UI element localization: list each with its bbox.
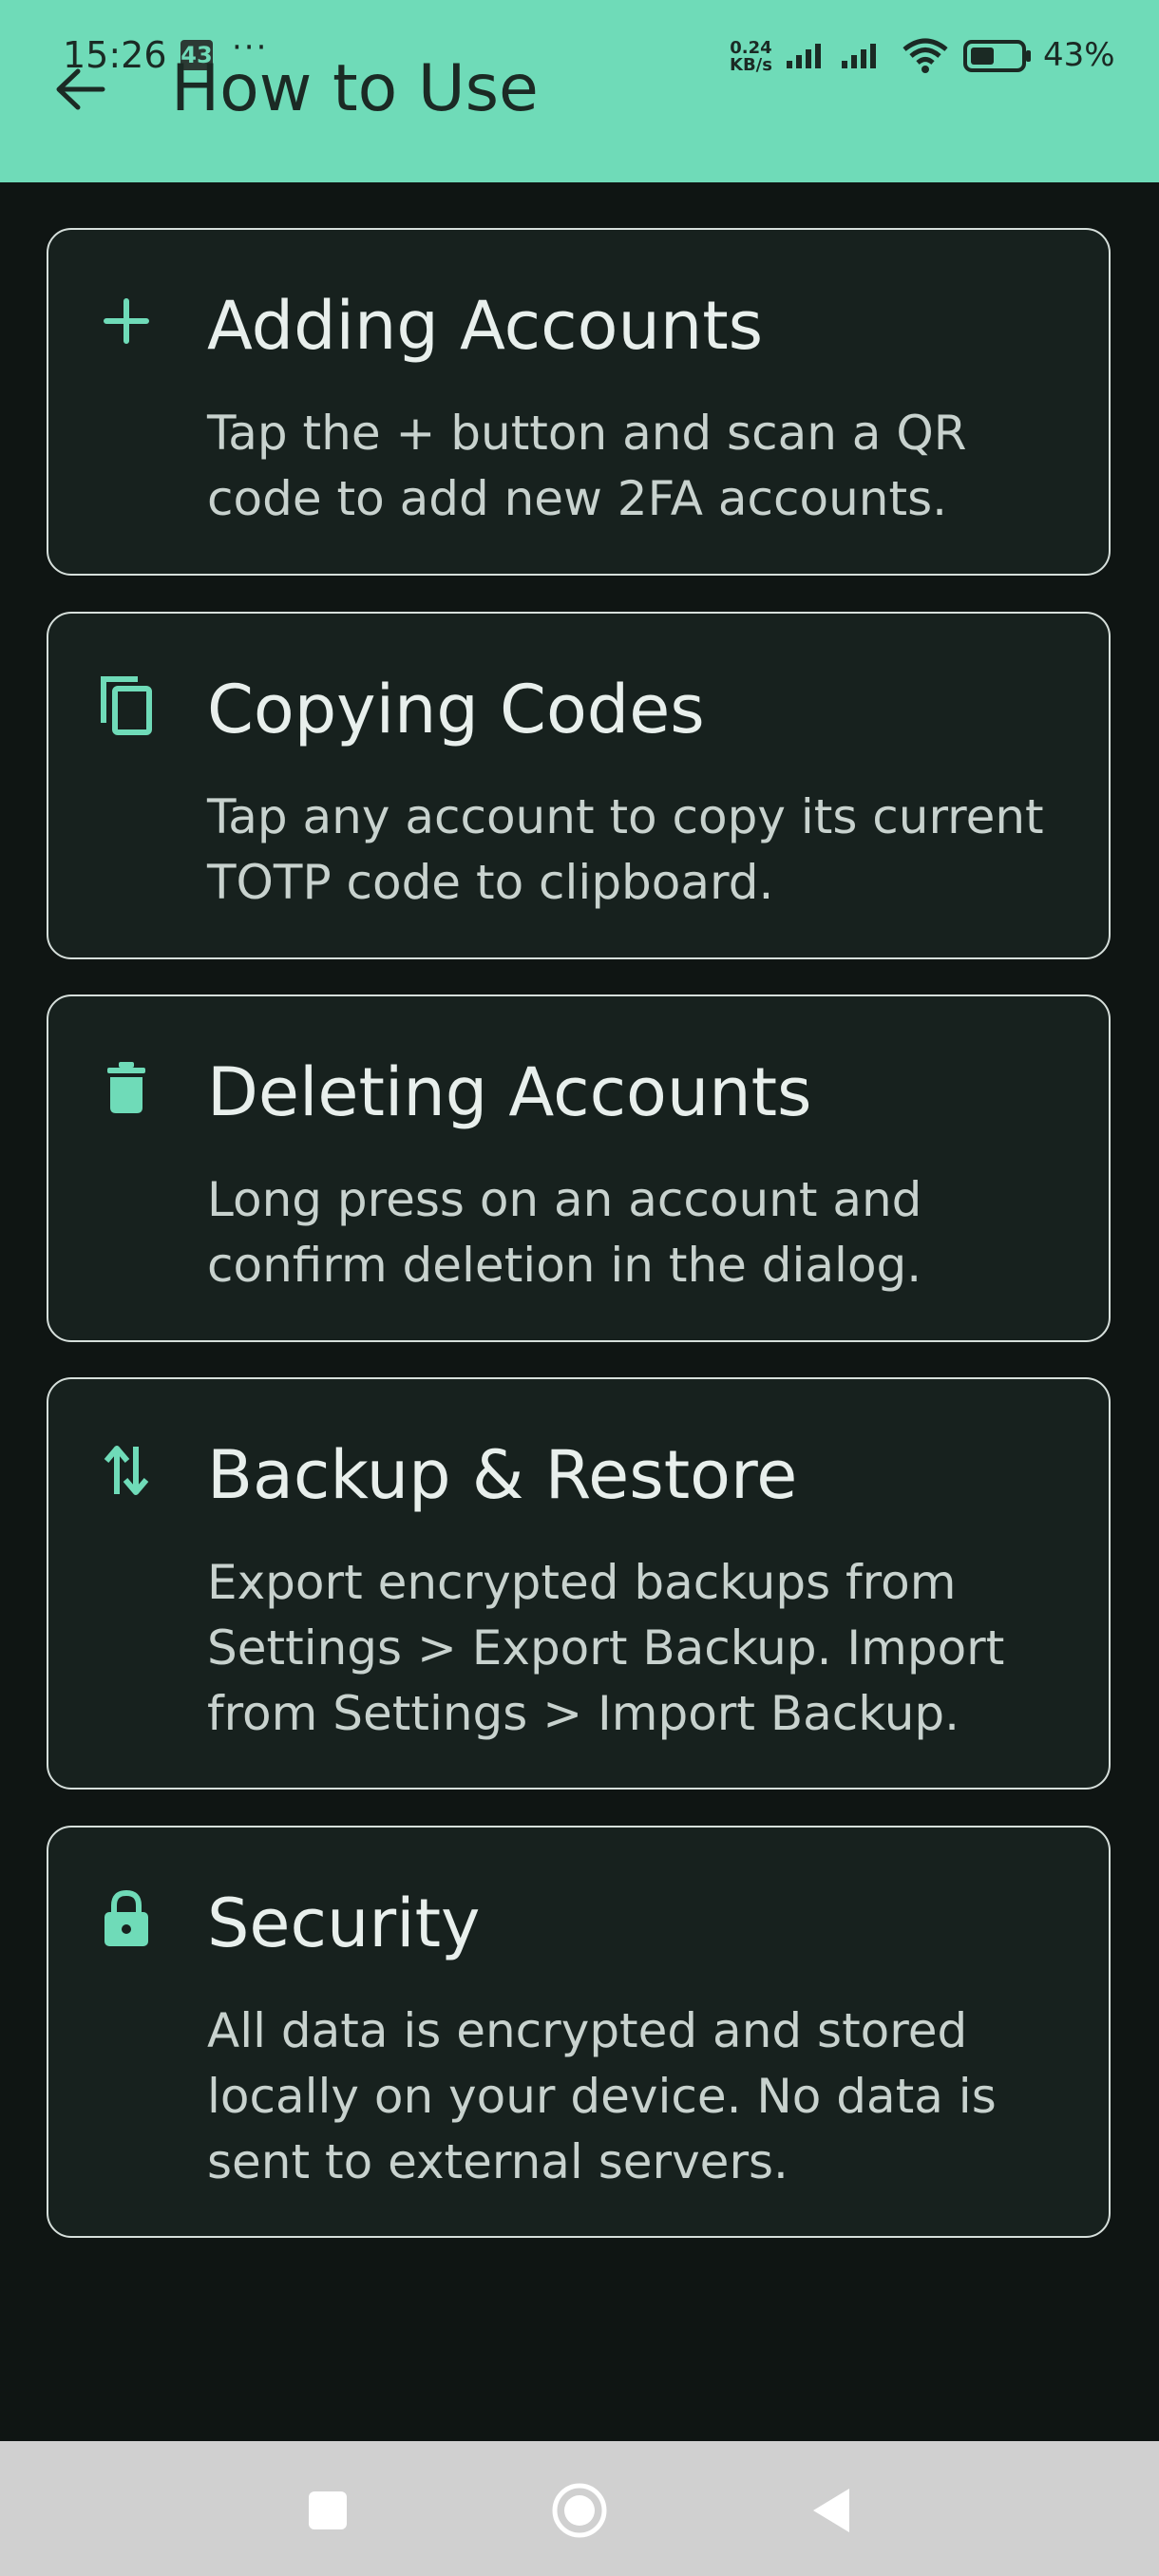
square-icon [309, 2491, 347, 2529]
card-description: Tap any account to copy its current TOTP… [207, 789, 1044, 910]
card-description: Tap the + button and scan a QR code to a… [207, 406, 967, 526]
app-bar: 15:26 43 ··· 0.24 KB/s 43% How to Use [0, 0, 1159, 182]
arrow-back-icon [56, 68, 105, 110]
network-speed: 0.24 KB/s [730, 40, 772, 74]
signal-icon [787, 44, 821, 68]
card-adding-accounts: Adding Accounts Tap the + button and sca… [47, 228, 1111, 576]
plus-icon [96, 291, 157, 351]
card-deleting-accounts: Deleting Accounts Long press on an accou… [47, 994, 1111, 1342]
wifi-icon [902, 38, 948, 73]
card-description: Export encrypted backups from Settings >… [207, 1555, 1005, 1741]
trash-icon [96, 1057, 157, 1118]
card-title: Adding Accounts [207, 287, 764, 365]
card-title: Deleting Accounts [207, 1053, 812, 1131]
card-description: All data is encrypted and stored locally… [207, 2003, 997, 2189]
lock-icon [96, 1888, 157, 1949]
copy-icon [96, 674, 157, 735]
recents-button[interactable] [294, 2477, 361, 2544]
nav-back-button[interactable] [798, 2477, 864, 2544]
battery-icon [963, 40, 1031, 72]
network-speed-unit: KB/s [730, 55, 772, 75]
battery-percent: 43% [1043, 36, 1115, 74]
signal-icon-2 [842, 44, 876, 68]
swap-vertical-icon [96, 1440, 157, 1501]
card-title: Copying Codes [207, 671, 705, 748]
card-backup-restore: Backup & Restore Export encrypted backup… [47, 1377, 1111, 1790]
circle-icon [552, 2483, 607, 2538]
system-nav-bar [0, 2441, 1159, 2576]
home-button[interactable] [546, 2477, 613, 2544]
card-copying-codes: Copying Codes Tap any account to copy it… [47, 612, 1111, 959]
triangle-back-icon [813, 2489, 849, 2532]
card-title: Backup & Restore [207, 1436, 798, 1514]
card-security: Security All data is encrypted and store… [47, 1826, 1111, 2238]
card-title: Security [207, 1885, 481, 1962]
card-description: Long press on an account and confirm del… [207, 1172, 922, 1293]
back-button[interactable] [44, 53, 116, 125]
page-title: How to Use [171, 51, 539, 126]
